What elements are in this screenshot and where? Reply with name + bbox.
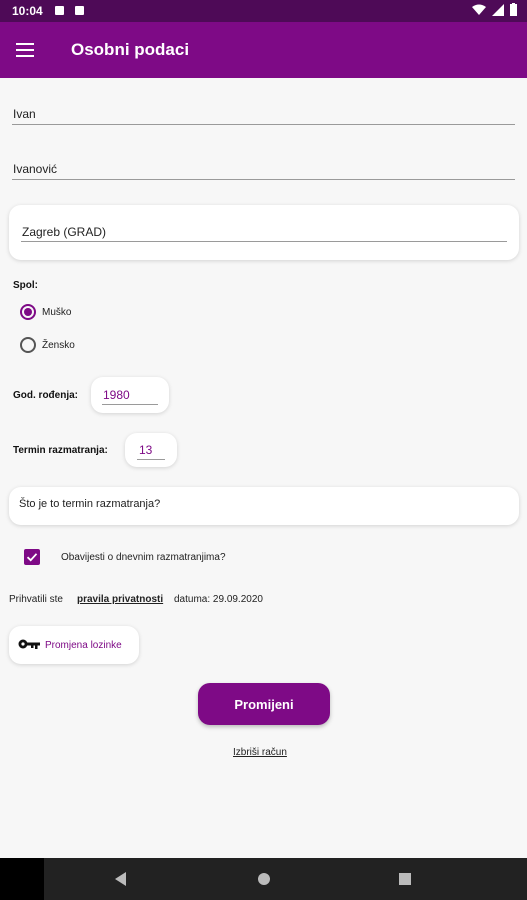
notification-icon — [55, 6, 64, 15]
consideration-term-underline — [137, 459, 165, 460]
home-icon[interactable] — [257, 872, 271, 886]
consideration-term-input[interactable]: 13 — [139, 443, 152, 457]
privacy-prefix: Prihvatili ste — [9, 594, 63, 605]
menu-icon[interactable] — [16, 43, 34, 57]
consideration-help-text: Što je to termin razmatranja? — [19, 498, 161, 510]
submit-button[interactable]: Promijeni — [198, 683, 330, 725]
signal-icon — [492, 3, 504, 16]
privacy-date: datuma: 29.09.2020 — [174, 594, 263, 605]
nav-bar-left-block — [0, 858, 44, 900]
city-field[interactable]: Zagreb (GRAD) — [22, 225, 106, 239]
radio-female-label: Žensko — [42, 340, 75, 351]
city-underline — [21, 241, 507, 242]
first-name-underline — [12, 124, 515, 125]
last-name-underline — [12, 179, 515, 180]
battery-icon — [510, 3, 517, 16]
birth-year-underline — [102, 404, 158, 405]
navigation-bar — [0, 858, 527, 900]
recents-icon[interactable] — [399, 873, 411, 885]
privacy-policy-link[interactable]: pravila privatnosti — [77, 594, 163, 605]
radio-female[interactable] — [20, 337, 36, 353]
first-name-field[interactable]: Ivan — [13, 107, 36, 121]
page-title: Osobni podaci — [71, 40, 190, 59]
birth-year-label: God. rođenja: — [13, 390, 78, 401]
daily-notifications-checkbox[interactable] — [24, 549, 40, 565]
radio-male[interactable] — [20, 304, 36, 320]
gender-label: Spol: — [13, 280, 38, 291]
app-bar: Osobni podaci — [0, 22, 527, 78]
change-password-label: Promjena lozinke — [45, 640, 122, 651]
check-icon — [26, 553, 38, 562]
birth-year-input[interactable]: 1980 — [103, 388, 130, 402]
daily-notifications-label: Obavijesti o dnevnim razmatranjima? — [61, 552, 226, 563]
status-bar: 10:04 — [0, 0, 527, 22]
key-icon — [18, 639, 40, 649]
consideration-term-label: Termin razmatranja: — [13, 445, 108, 456]
back-icon[interactable] — [115, 872, 127, 886]
wifi-icon — [472, 4, 486, 15]
sd-card-icon — [75, 6, 84, 15]
radio-male-label: Muško — [42, 307, 72, 318]
status-time: 10:04 — [12, 4, 43, 18]
delete-account-link[interactable]: Izbriši račun — [233, 747, 287, 758]
last-name-field[interactable]: Ivanović — [13, 162, 57, 176]
